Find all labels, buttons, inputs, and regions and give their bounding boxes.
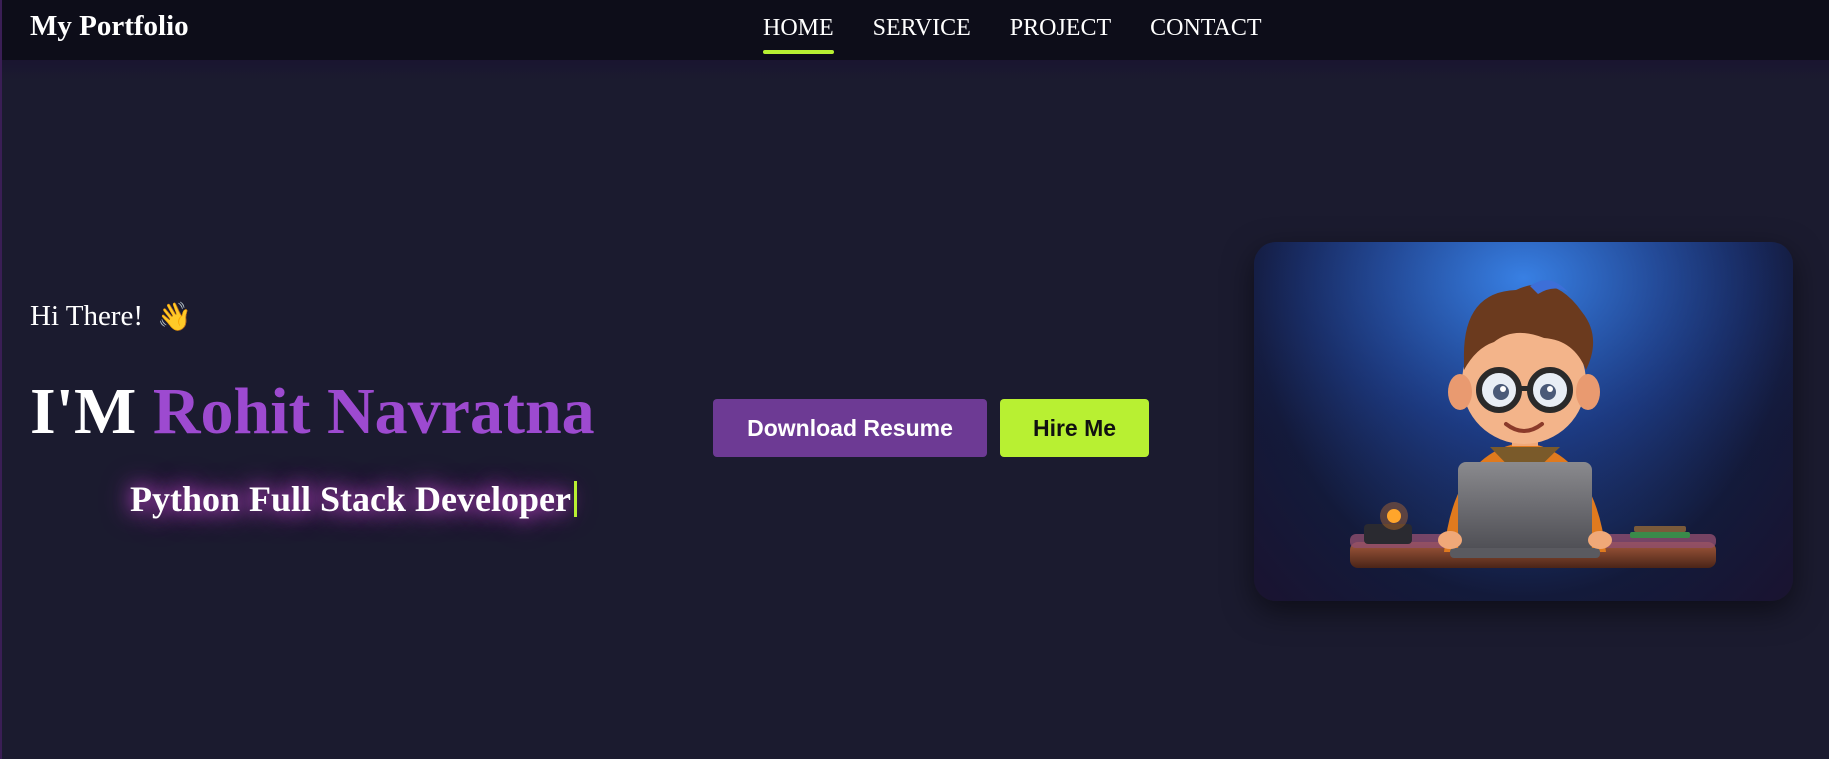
role-text: Python Full Stack Developer (130, 479, 571, 519)
nav-links: HOME SERVICE PROJECT CONTACT (763, 13, 1301, 54)
hire-me-button[interactable]: Hire Me (1000, 399, 1149, 457)
download-resume-button[interactable]: Download Resume (713, 399, 987, 457)
headline-prefix: I'M (30, 375, 137, 448)
waving-hand-icon: 👋 (157, 300, 192, 333)
nav-link-contact[interactable]: CONTACT (1150, 13, 1261, 43)
navbar-shadow (2, 60, 1829, 80)
nav-link-project[interactable]: PROJECT (1010, 13, 1111, 43)
brand-logo[interactable]: My Portfolio (30, 10, 189, 43)
hero-role: Python Full Stack Developer (130, 478, 577, 520)
greeting-text: Hi There! (30, 300, 143, 332)
greeting: Hi There! 👋 (30, 300, 192, 333)
hero-headline: I'M Rohit Navratna (30, 372, 595, 452)
developer-avatar-illustration (1254, 242, 1793, 601)
typing-cursor (573, 481, 577, 517)
page: My Portfolio HOME SERVICE PROJECT CONTAC… (0, 0, 1829, 759)
nav-link-service[interactable]: SERVICE (873, 13, 971, 43)
navbar: My Portfolio HOME SERVICE PROJECT CONTAC… (2, 0, 1829, 60)
hero-name: Rohit Navratna (152, 375, 595, 448)
nav-link-home[interactable]: HOME (763, 13, 834, 54)
